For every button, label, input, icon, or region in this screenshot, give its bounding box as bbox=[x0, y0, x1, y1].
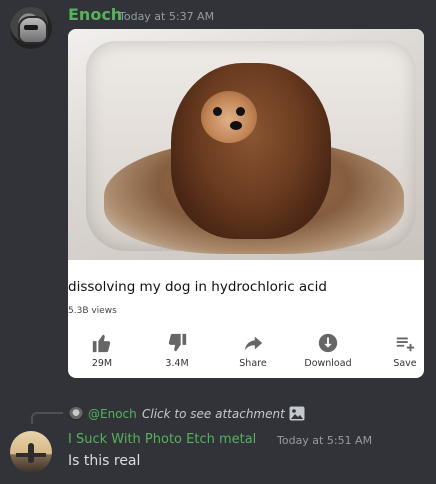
dog-nose bbox=[230, 121, 242, 130]
reply-preview-text[interactable]: Click to see attachment bbox=[142, 407, 285, 421]
download-icon bbox=[318, 333, 338, 353]
view-count: 5.3B views bbox=[68, 306, 117, 316]
reply-mention[interactable]: @Enoch bbox=[88, 407, 137, 421]
thumbs-up-icon bbox=[92, 334, 111, 353]
save-icon bbox=[396, 337, 415, 352]
plane-body bbox=[28, 443, 34, 463]
dislike-action: 3.4M bbox=[147, 332, 207, 369]
save-action: Save bbox=[375, 332, 424, 369]
username-enoch[interactable]: Enoch bbox=[68, 5, 122, 24]
image-attachment[interactable]: dissolving my dog in hydrochloric acid 5… bbox=[68, 29, 424, 378]
save-label: Save bbox=[393, 358, 417, 369]
message-content: Is this real bbox=[68, 453, 141, 469]
dog-face bbox=[201, 91, 257, 143]
username-photo-etch[interactable]: I Suck With Photo Etch metal bbox=[68, 432, 256, 447]
message-reply: @Enoch Click to see attachment I Suck Wi… bbox=[0, 392, 436, 484]
share-label: Share bbox=[239, 358, 267, 369]
thumbs-down-icon bbox=[168, 333, 187, 352]
reply-avatar[interactable] bbox=[69, 407, 83, 421]
avatar-enoch[interactable] bbox=[10, 7, 52, 49]
avatar-photo-etch[interactable] bbox=[10, 431, 52, 473]
reply-connector bbox=[31, 412, 63, 424]
dog-fur bbox=[171, 63, 331, 239]
dog-eye-left bbox=[213, 107, 222, 116]
video-title: dissolving my dog in hydrochloric acid bbox=[68, 279, 327, 295]
timestamp: Today at 5:37 AM bbox=[119, 10, 215, 23]
dislike-count: 3.4M bbox=[165, 358, 189, 369]
like-count: 29M bbox=[91, 358, 113, 369]
dog-eye-right bbox=[236, 107, 245, 116]
share-action: Share bbox=[223, 332, 283, 369]
share-icon bbox=[244, 336, 263, 351]
timestamp: Today at 5:51 AM bbox=[277, 434, 373, 447]
like-action: 29M bbox=[72, 332, 132, 369]
image-icon[interactable] bbox=[289, 406, 305, 421]
visor-shape bbox=[24, 25, 38, 30]
helmet-icon bbox=[18, 16, 48, 44]
download-action: Download bbox=[298, 332, 358, 369]
dog-photo bbox=[68, 29, 424, 260]
message-enoch: Enoch Today at 5:37 AM dissolving my dog… bbox=[0, 0, 436, 390]
download-label: Download bbox=[304, 358, 352, 369]
